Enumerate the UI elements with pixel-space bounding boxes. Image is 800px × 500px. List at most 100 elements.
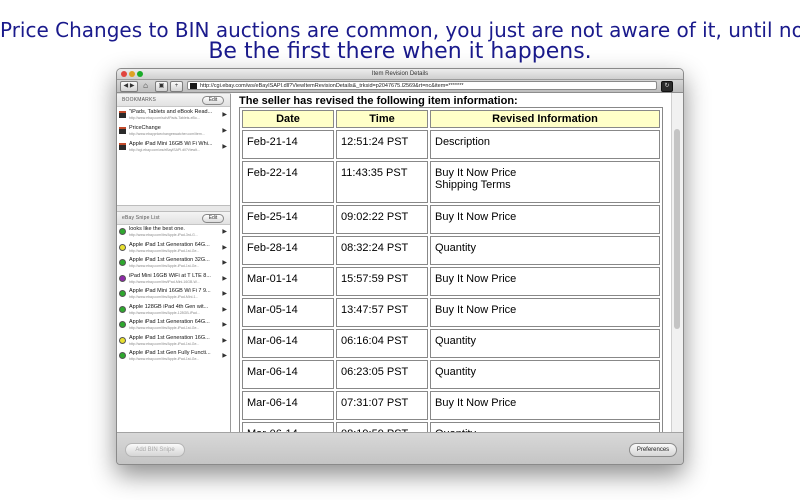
column-header-date: Date xyxy=(242,110,334,128)
bookmark-item[interactable]: Apple iPad Mini 16GB Wi Fi Whi... http://… xyxy=(117,140,230,156)
table-row: Mar-06-14 06:16:04 PST Quantity xyxy=(242,329,660,358)
snipe-list-edit-button[interactable]: Edit xyxy=(202,214,224,223)
open-arrow-icon[interactable]: ▶ xyxy=(222,244,227,251)
time-cell: 07:31:07 PST xyxy=(336,391,428,420)
date-cell: Mar-06-14 xyxy=(242,422,334,432)
time-cell: 12:51:24 PST xyxy=(336,130,428,159)
sidebar: BOOKMARKS Edit "iPads, Tablets and eBook… xyxy=(117,94,231,432)
revised-info-cell: Quantity xyxy=(430,236,660,265)
time-cell: 08:19:59 PST xyxy=(336,422,428,432)
date-cell: Mar-01-14 xyxy=(242,267,334,296)
revised-info-line: Buy It Now Price xyxy=(435,273,517,285)
open-arrow-icon[interactable]: ▶ xyxy=(222,111,227,118)
headline-line-2: Be the first there when it happens. xyxy=(208,39,592,64)
time-cell: 06:23:05 PST xyxy=(336,360,428,389)
sidebar-splitter[interactable] xyxy=(117,205,230,212)
time-cell: 08:32:24 PST xyxy=(336,236,428,265)
revision-heading: The seller has revised the following ite… xyxy=(239,95,518,107)
bottom-bar: Add BIN Snipe Preferences xyxy=(117,432,683,464)
status-dot-icon xyxy=(119,228,126,235)
open-arrow-icon[interactable]: ▶ xyxy=(222,306,227,313)
open-arrow-icon[interactable]: ▶ xyxy=(222,143,227,150)
title-bar: Item Revision Details xyxy=(117,69,683,80)
bookmark-title: PriceChange xyxy=(129,125,161,131)
snipe-item[interactable]: Apple iPad 1st Gen Fully Functi... http:/… xyxy=(117,349,230,365)
time-cell: 09:02:22 PST xyxy=(336,205,428,234)
bookmark-title: "iPads, Tablets and eBook Read... xyxy=(129,109,213,115)
revision-table: Date Time Revised Information Feb-21-14 1… xyxy=(239,107,663,432)
snipe-item[interactable]: Apple iPad 1st Generation 64G... http://w… xyxy=(117,318,230,334)
snipe-title: Apple iPad 1st Generation 32G... xyxy=(129,257,210,263)
snipe-item[interactable]: looks like the best one. http://www.ebay.… xyxy=(117,225,230,241)
open-arrow-icon[interactable]: ▶ xyxy=(222,275,227,282)
open-arrow-icon[interactable]: ▶ xyxy=(222,321,227,328)
home-icon[interactable]: ⌂ xyxy=(140,81,151,90)
date-cell: Mar-06-14 xyxy=(242,360,334,389)
open-arrow-icon[interactable]: ▶ xyxy=(222,228,227,235)
scrollbar-thumb[interactable] xyxy=(674,129,680,329)
preferences-button[interactable]: Preferences xyxy=(629,443,677,457)
status-dot-icon xyxy=(119,352,126,359)
snipe-list-title: eBay Snipe List xyxy=(122,215,160,221)
snipe-title: looks like the best one. xyxy=(129,226,185,232)
bookmark-item[interactable]: "iPads, Tablets and eBook Read... http://… xyxy=(117,108,230,124)
status-dot-icon xyxy=(119,305,126,313)
revised-info-line: Buy It Now Price xyxy=(435,211,517,223)
bookmark-item[interactable]: PriceChange http://www.ebaypricechangeswa… xyxy=(117,124,230,140)
add-bookmark-icon[interactable]: + xyxy=(170,81,183,92)
bookmark-page-icon xyxy=(119,127,126,134)
snipe-url: http://www.ebay.com/itm/Apple-iPad-1st-G… xyxy=(129,264,200,268)
table-row: Feb-25-14 09:02:22 PST Buy It Now Price xyxy=(242,205,660,234)
column-header-time: Time xyxy=(336,110,428,128)
snipe-url: http://www.ebay.com/itm/Apple-iPad-1st-G… xyxy=(129,357,200,361)
snipe-item[interactable]: iPad Mini 16GB WiFi at T LTE 8... http://… xyxy=(117,272,230,288)
snipe-title: Apple iPad 1st Generation 16G... xyxy=(129,334,210,341)
date-cell: Feb-21-14 xyxy=(242,130,334,159)
date-cell: Feb-25-14 xyxy=(242,205,334,234)
status-dot-icon xyxy=(119,290,126,297)
snipe-item[interactable]: Apple iPad 1st Generation 32G... http://w… xyxy=(117,256,230,272)
revised-info-line: Description xyxy=(435,136,491,148)
snipe-item[interactable]: Apple 128GB iPad 4th Gen wit... http://ww… xyxy=(117,303,230,319)
snipe-url: http://www.ebay.com/itm/Apple-iPad-Mini-… xyxy=(129,295,199,299)
bookmark-title: Apple iPad Mini 16GB Wi Fi Whi... xyxy=(129,141,213,147)
back-forward-button[interactable]: ◀ ▶ xyxy=(120,81,138,92)
snipe-title: Apple iPad 1st Generation 64G... xyxy=(129,319,210,325)
window-title: Item Revision Details xyxy=(371,71,429,77)
revised-info-cell: Buy It Now Price xyxy=(430,205,660,234)
status-dot-icon xyxy=(119,336,126,344)
table-row: Mar-06-14 06:23:05 PST Quantity xyxy=(242,360,660,389)
status-dot-icon xyxy=(119,274,126,282)
snipe-list-header: eBay Snipe List Edit xyxy=(117,212,230,225)
table-row: Feb-22-14 11:43:35 PST Buy It Now Price Shi… xyxy=(242,161,660,203)
open-arrow-icon[interactable]: ▶ xyxy=(222,337,227,344)
date-cell: Feb-28-14 xyxy=(242,236,334,265)
open-arrow-icon[interactable]: ▶ xyxy=(222,290,227,297)
bookmarks-edit-button[interactable]: Edit xyxy=(202,96,224,105)
revised-info-line: Quantity xyxy=(435,242,476,254)
table-row: Mar-06-1408:19:59 PSTQuantity xyxy=(242,422,660,432)
snipe-title: Apple iPad 1st Generation 64G... xyxy=(129,241,210,248)
revised-info-cell: Quantity xyxy=(430,329,660,358)
open-arrow-icon[interactable]: ▶ xyxy=(222,352,227,359)
snipe-url: http://www.ebay.com/itm/Apple-iPad-1st-G… xyxy=(129,326,200,330)
add-bin-snipe-button[interactable]: Add BIN Snipe xyxy=(125,443,185,457)
url-field[interactable]: http://cgi.ebay.com/ws/eBayISAPI.dll?Vie… xyxy=(187,81,657,90)
status-dot-icon xyxy=(119,321,126,328)
revised-info-cell: Quantity xyxy=(430,360,660,389)
url-text: http://cgi.ebay.com/ws/eBayISAPI.dll?Vie… xyxy=(200,83,464,89)
snipe-item[interactable]: Apple iPad Mini 16GB Wi Fi 7 9... http://… xyxy=(117,287,230,303)
snipe-url: http://www.ebay.com/itm/iPad-Mini-16GB-W… xyxy=(129,279,200,284)
reload-icon[interactable]: ↻ xyxy=(661,81,673,92)
snipe-item[interactable]: Apple iPad 1st Generation 64G... http://w… xyxy=(117,241,230,257)
revised-info-line: Quantity xyxy=(435,335,476,347)
web-content: The seller has revised the following ite… xyxy=(231,93,671,432)
open-arrow-icon[interactable]: ▶ xyxy=(222,127,227,134)
content-scrollbar[interactable] xyxy=(671,93,683,432)
snipe-title: Apple iPad 1st Gen Fully Functi... xyxy=(129,350,211,356)
open-arrow-icon[interactable]: ▶ xyxy=(222,259,227,266)
snipe-item[interactable]: Apple iPad 1st Generation 16G... http://w… xyxy=(117,334,230,350)
revised-info-cell: Buy It Now Price xyxy=(430,391,660,420)
bookmarks-book-icon[interactable]: ▣ xyxy=(155,81,168,92)
revised-info-line: Buy It Now Price xyxy=(435,397,517,409)
